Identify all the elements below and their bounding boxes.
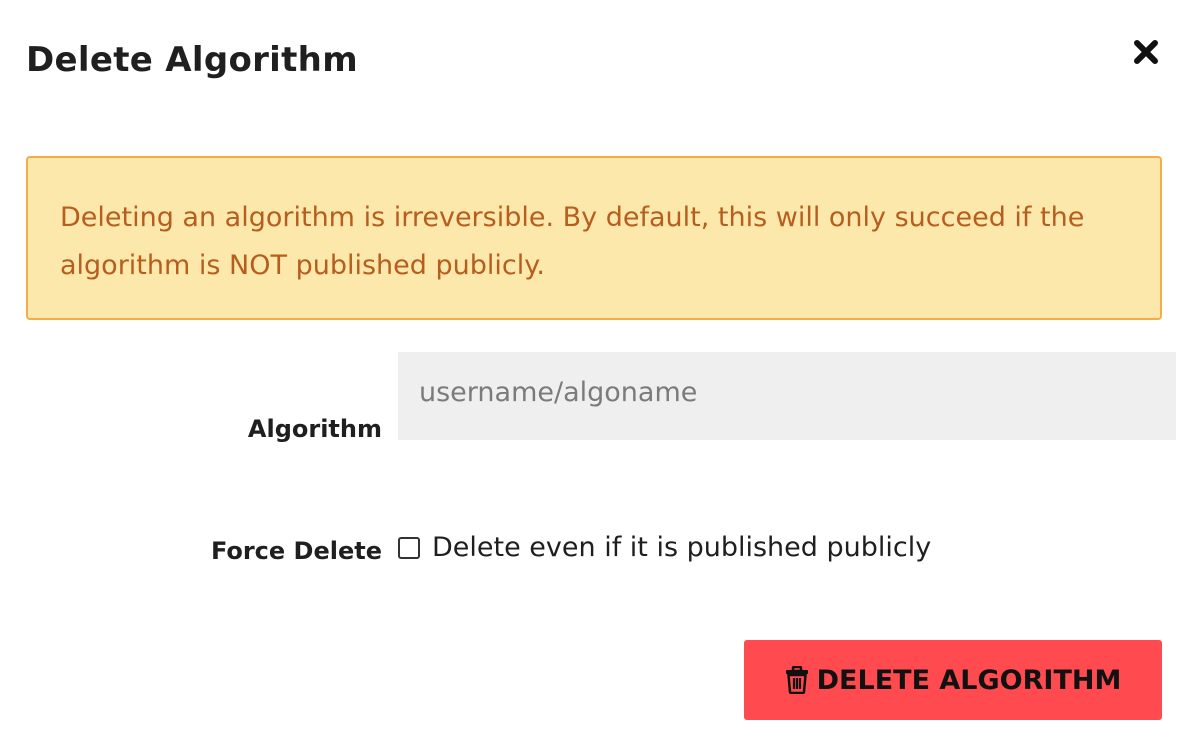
force-delete-checkbox[interactable] — [398, 536, 420, 559]
delete-algorithm-button[interactable]: DELETE ALGORITHM — [744, 640, 1162, 720]
algorithm-input[interactable] — [398, 352, 1176, 440]
warning-text: Deleting an algorithm is irreversible. B… — [60, 202, 1085, 281]
trash-icon — [785, 666, 809, 694]
force-delete-label: Force Delete — [210, 537, 382, 565]
close-x-icon — [1134, 40, 1158, 64]
force-delete-checkbox-label[interactable]: Delete even if it is published publicly — [432, 532, 931, 563]
algorithm-label: Algorithm — [247, 415, 382, 443]
force-delete-row: Delete even if it is published publicly — [398, 532, 931, 563]
delete-algorithm-dialog: Delete Algorithm Deleting an algorithm i… — [0, 0, 1192, 750]
warning-alert: Deleting an algorithm is irreversible. B… — [26, 156, 1162, 320]
dialog-title: Delete Algorithm — [26, 40, 358, 80]
delete-button-label: DELETE ALGORITHM — [816, 664, 1122, 696]
close-button[interactable] — [1128, 34, 1164, 70]
